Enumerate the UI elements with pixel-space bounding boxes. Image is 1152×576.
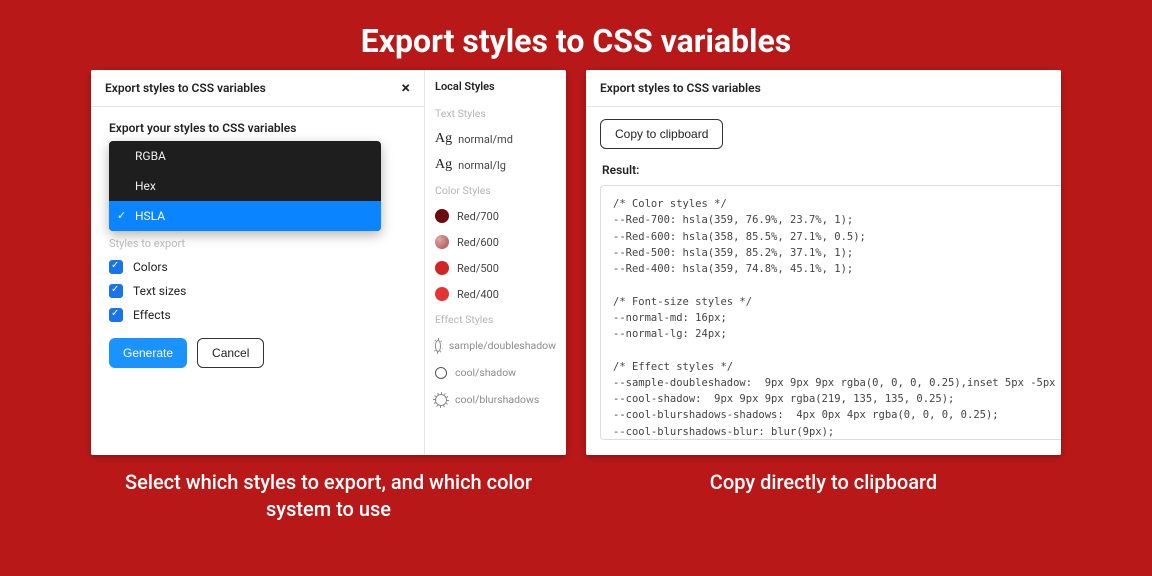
close-icon[interactable]: ×	[402, 80, 411, 96]
color-style-item[interactable]: Red/700	[435, 209, 556, 223]
check-textsizes-row[interactable]: Text sizes	[109, 284, 406, 298]
color-style-name: Red/400	[457, 288, 499, 301]
checkbox-effects[interactable]	[109, 308, 123, 322]
effect-style-name: cool/shadow	[455, 366, 516, 379]
option-rgba[interactable]: RGBA	[109, 141, 381, 171]
styles-to-export-label: Styles to export	[109, 237, 406, 250]
checkbox-textsizes[interactable]	[109, 284, 123, 298]
result-label: Result:	[602, 163, 1061, 177]
text-sample-icon: Ag	[435, 157, 452, 173]
export-subhead: Export your styles to CSS variables	[109, 121, 406, 135]
text-style-item[interactable]: Ag normal/md	[435, 131, 556, 147]
dialog-header: Export styles to CSS variables ×	[91, 70, 424, 107]
text-styles-label: Text Styles	[435, 107, 556, 120]
option-hsla[interactable]: HSLA	[109, 201, 381, 231]
color-format-dropdown[interactable]: RGBA Hex HSLA	[109, 141, 381, 231]
dialog-title: Export styles to CSS variables	[105, 81, 266, 95]
effect-style-name: sample/doubleshadow	[449, 339, 556, 352]
color-swatch-icon	[435, 287, 449, 301]
checkbox-colors[interactable]	[109, 260, 123, 274]
color-style-name: Red/500	[457, 262, 499, 275]
text-style-item[interactable]: Ag normal/lg	[435, 157, 556, 173]
color-styles-label: Color Styles	[435, 184, 556, 197]
sidebar-title: Local Styles	[435, 80, 556, 93]
effect-icon	[435, 394, 447, 406]
dialog-header: Export styles to CSS variables ×	[586, 70, 1061, 107]
text-sample-icon: Ag	[435, 131, 452, 147]
dialog-title: Export styles to CSS variables	[600, 81, 761, 95]
text-style-name: normal/lg	[458, 159, 506, 172]
effect-styles-label: Effect Styles	[435, 313, 556, 326]
effect-icon	[435, 367, 447, 379]
copy-to-clipboard-button[interactable]: Copy to clipboard	[600, 119, 723, 149]
check-effects-label: Effects	[133, 308, 171, 322]
color-style-name: Red/700	[457, 210, 499, 223]
check-textsizes-label: Text sizes	[133, 284, 186, 298]
color-style-item[interactable]: Red/600	[435, 235, 556, 249]
color-style-name: Red/600	[457, 236, 499, 249]
right-caption: Copy directly to clipboard	[710, 469, 937, 496]
color-swatch-icon	[435, 235, 449, 249]
check-colors-label: Colors	[133, 260, 168, 274]
effect-style-item[interactable]: sample/doubleshadow	[435, 339, 556, 352]
color-style-item[interactable]: Red/500	[435, 261, 556, 275]
effect-style-item[interactable]: cool/blurshadows	[435, 393, 556, 406]
check-colors-row[interactable]: Colors	[109, 260, 406, 274]
cancel-button[interactable]: Cancel	[197, 338, 264, 368]
effect-style-item[interactable]: cool/shadow	[435, 366, 556, 379]
generate-button[interactable]: Generate	[109, 338, 187, 368]
text-style-name: normal/md	[458, 133, 513, 146]
effect-style-name: cool/blurshadows	[455, 393, 539, 406]
color-swatch-icon	[435, 261, 449, 275]
page-title: Export styles to CSS variables	[0, 0, 1152, 70]
effect-icon	[435, 340, 441, 352]
result-code[interactable]: /* Color styles */ --Red-700: hsla(359, …	[600, 185, 1061, 440]
export-dialog-result: Export styles to CSS variables × Copy to…	[586, 70, 1061, 455]
check-effects-row[interactable]: Effects	[109, 308, 406, 322]
left-caption: Select which styles to export, and which…	[91, 469, 566, 523]
export-dialog-config: Export styles to CSS variables × Export …	[91, 70, 566, 455]
color-style-item[interactable]: Red/400	[435, 287, 556, 301]
option-hex[interactable]: Hex	[109, 171, 381, 201]
color-swatch-icon	[435, 209, 449, 223]
local-styles-sidebar: Local Styles Text Styles Ag normal/md Agnorm…	[424, 70, 566, 455]
